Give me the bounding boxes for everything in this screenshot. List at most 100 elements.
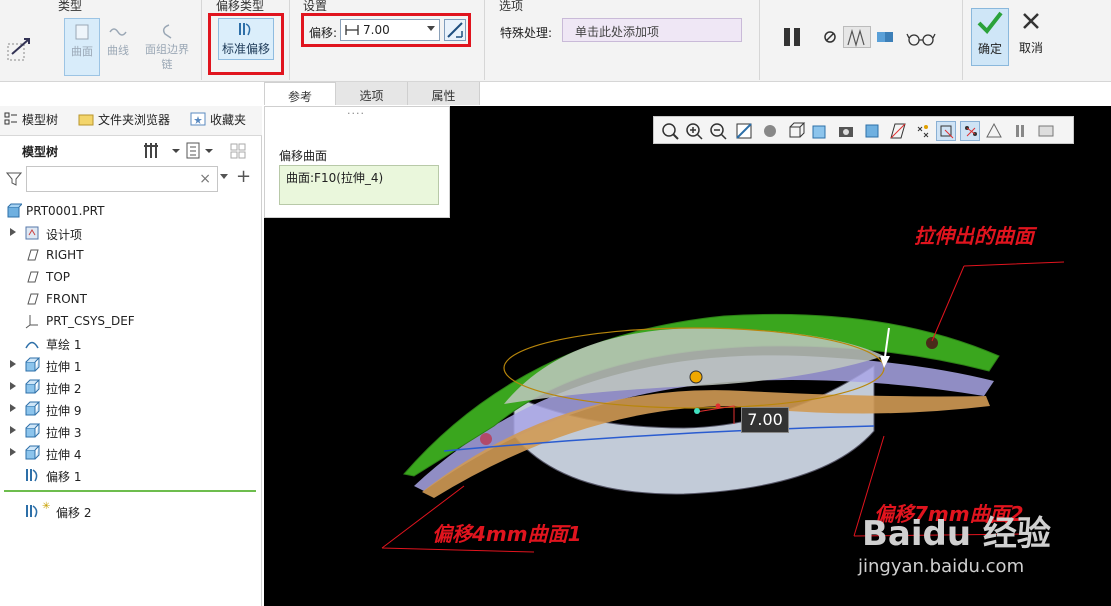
verify-mode-icon[interactable] [874, 26, 896, 48]
tree-item-offset-1[interactable]: 偏移 1 [0, 464, 260, 486]
watermark-logo: Baidu 经验 [862, 514, 1051, 554]
preview-mesh-icon[interactable] [843, 26, 871, 48]
offset-type-title: 偏移类型 [216, 0, 265, 13]
no-preview-icon[interactable] [820, 26, 842, 48]
cancel-button[interactable]: 取消 [1012, 8, 1050, 66]
annotation-offset-surface-1: 偏移4mm曲面1 [432, 522, 582, 546]
type-group: 类型 曲面 曲线 面组边界链 [52, 0, 202, 80]
tree-item-top[interactable]: TOP [0, 266, 260, 288]
tree-item-right[interactable]: RIGHT [0, 244, 260, 266]
datum-plane-icon [27, 249, 39, 261]
insert-indicator[interactable] [4, 490, 256, 492]
offset-surface-label: 偏移曲面 [279, 149, 328, 163]
expand-icon[interactable] [10, 360, 16, 368]
tree-item-label: 拉伸 4 [46, 448, 82, 462]
leader-extruded [931, 261, 1065, 342]
left-panel: 模型树 文件夹浏览器 收藏夹 模型树 × + PRT0001.PRT 设计项 R… [0, 106, 262, 606]
offset-surface-collector[interactable]: 曲面:F10(拉伸_4) [279, 165, 439, 205]
point-display-icon[interactable] [912, 121, 932, 141]
tree-settings-icon[interactable] [144, 143, 180, 158]
tree-item-extrude-2[interactable]: 拉伸 2 [0, 376, 260, 398]
tab-properties[interactable]: 属性 [408, 82, 480, 105]
new-feature-icon: ✳ [42, 501, 51, 512]
model-tree-icon [4, 112, 18, 129]
tree-item-offset-2[interactable]: ✳ 偏移 2 [0, 500, 260, 522]
pause-icon[interactable] [782, 26, 804, 48]
offset-dimension-label[interactable]: 7.00 [741, 407, 789, 433]
cancel-label: 取消 [1018, 41, 1043, 55]
tab-model-tree[interactable]: 模型树 [4, 111, 58, 129]
annotation-display-icon[interactable] [984, 121, 1004, 141]
drag-handle[interactable] [689, 370, 703, 384]
tree-item-label: FRONT [46, 292, 87, 306]
tab-favorites[interactable]: 收藏夹 [190, 111, 246, 129]
tab-options[interactable]: 选项 [336, 82, 408, 105]
expand-icon[interactable] [10, 382, 16, 390]
spin-center-icon[interactable] [1036, 121, 1056, 141]
expand-icon[interactable] [10, 426, 16, 434]
tab-references[interactable]: 参考 [264, 82, 336, 105]
filter-icon[interactable] [6, 171, 22, 187]
expand-icon[interactable] [10, 228, 16, 236]
extrude-icon [25, 423, 40, 438]
zoom-fit-icon[interactable] [660, 121, 680, 141]
chevron-down-icon[interactable] [220, 174, 228, 179]
pause-animation-icon[interactable] [1010, 121, 1030, 141]
sketch-icon [25, 341, 39, 349]
special-handling-input[interactable]: 单击此处添加项 [562, 18, 742, 42]
drag-grip-icon[interactable]: ···· [347, 107, 365, 120]
add-icon[interactable]: + [236, 166, 251, 187]
tree-columns-icon[interactable] [230, 143, 246, 159]
glasses-icon[interactable] [906, 26, 936, 48]
quilt-edge-chain-label: 面组边界链 [145, 43, 189, 71]
plane-display-icon[interactable] [888, 121, 908, 141]
dimension-line [695, 405, 735, 424]
tree-item-extrude-4[interactable]: 拉伸 4 [0, 442, 260, 464]
sketch-tool-icon[interactable] [4, 34, 36, 66]
expand-icon[interactable] [10, 448, 16, 456]
zoom-in-icon[interactable] [684, 121, 704, 141]
tree-item-extrude-1[interactable]: 拉伸 1 [0, 354, 260, 376]
tree-item-extrude-3[interactable]: 拉伸 3 [0, 420, 260, 442]
settings-highlight [301, 13, 471, 47]
ok-button[interactable]: 确定 [971, 8, 1009, 66]
type-group-title: 类型 [58, 0, 83, 13]
tree-item-sketch[interactable]: 草绘 1 [0, 332, 260, 354]
expand-icon[interactable] [10, 404, 16, 412]
repaint-icon[interactable] [734, 121, 754, 141]
display-style-icon[interactable] [760, 121, 780, 141]
csys-display-icon[interactable] [936, 121, 956, 141]
tree-item-extrude-9[interactable]: 拉伸 9 [0, 398, 260, 420]
part-icon [7, 203, 22, 218]
anchor-point [694, 408, 700, 414]
perspective-icon[interactable] [836, 121, 856, 141]
checkmark-icon [977, 11, 1003, 35]
quilt-edge-chain-button[interactable]: 面组边界链 [136, 18, 198, 76]
surface-type-button[interactable]: 曲面 [64, 18, 100, 76]
axis-display-icon[interactable] [960, 121, 980, 141]
tree-search-row: × + [4, 166, 260, 192]
clear-search-icon[interactable]: × [199, 171, 211, 187]
tab-favorites-label: 收藏夹 [210, 113, 247, 127]
curve-type-button[interactable]: 曲线 [100, 18, 136, 76]
view-manager-icon[interactable] [810, 121, 830, 141]
tree-filter-icon[interactable] [186, 142, 213, 159]
section-icon[interactable] [862, 121, 882, 141]
tree-item-design-items[interactable]: 设计项 [0, 222, 260, 244]
tree-item-front[interactable]: FRONT [0, 288, 260, 310]
tree-search-input[interactable]: × [26, 166, 218, 192]
surface-type-label: 曲面 [71, 45, 93, 58]
tree-item-label: 偏移 2 [56, 506, 92, 520]
tab-folder-browser[interactable]: 文件夹浏览器 [78, 111, 170, 129]
tree-item-label: PRT_CSYS_DEF [46, 314, 135, 328]
references-panel: ···· 偏移曲面 曲面:F10(拉伸_4) [264, 106, 450, 218]
tree-root[interactable]: PRT0001.PRT [0, 200, 260, 222]
zoom-out-icon[interactable] [708, 121, 728, 141]
tree-item-csys[interactable]: PRT_CSYS_DEF [0, 310, 260, 332]
tree-toolbar [143, 140, 253, 165]
saved-orientation-icon[interactable] [786, 121, 806, 141]
quilt-edge-chain-icon [157, 22, 177, 40]
dashboard-tabs: 参考 选项 属性 [264, 82, 484, 105]
offset-icon [26, 469, 38, 482]
tree-item-label: 草绘 1 [46, 338, 82, 352]
